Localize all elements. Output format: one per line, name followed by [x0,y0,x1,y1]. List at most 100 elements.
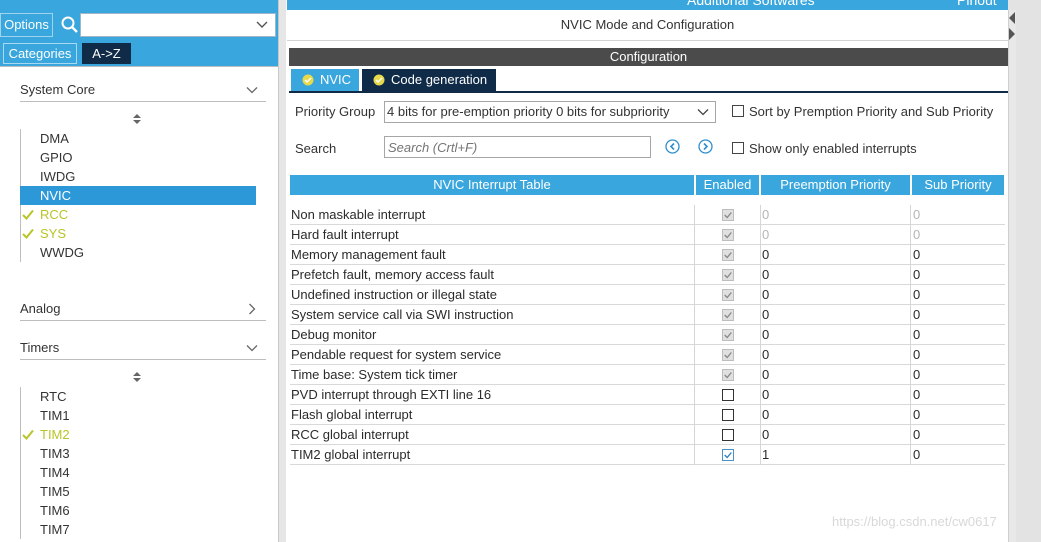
next-icon[interactable] [698,139,713,154]
table-row[interactable]: Undefined instruction or illegal state 0 0 [290,285,1005,305]
table-row[interactable]: Memory management fault 0 0 [290,245,1005,265]
interrupt-name: Flash global interrupt [291,407,413,422]
preemption-priority-cell[interactable]: 0 [760,325,910,345]
table-row[interactable]: Time base: System tick timer 0 0 [290,365,1005,385]
enabled-cell [694,425,760,445]
panel-splitter[interactable] [278,0,286,542]
sub-priority-cell[interactable]: 0 [910,205,1005,225]
preemption-priority-cell[interactable]: 0 [760,285,910,305]
enabled-cell [694,325,760,345]
interrupt-name: System service call via SWI instruction [291,307,514,322]
sub-priority-cell[interactable]: 0 [910,405,1005,425]
sub-priority-cell[interactable]: 0 [910,305,1005,325]
tree-item-label: TIM5 [40,484,70,499]
options-button[interactable]: Options [0,13,53,37]
chevron-down-icon[interactable] [246,84,258,96]
sub-priority-cell[interactable]: 0 [910,285,1005,305]
preemption-priority-cell[interactable]: 0 [760,425,910,445]
search-icon[interactable] [59,14,81,36]
table-row[interactable]: TIM2 global interrupt 1 0 [290,445,1005,465]
tree-item-tim6[interactable]: TIM6 [20,501,256,520]
tab-categories[interactable]: Categories [3,43,77,64]
column-header-interrupt[interactable]: NVIC Interrupt Table [290,175,694,195]
table-row[interactable]: Debug monitor 0 0 [290,325,1005,345]
tree-item-tim5[interactable]: TIM5 [20,482,256,501]
sub-priority-cell[interactable]: 0 [910,345,1005,365]
sub-priority-cell[interactable]: 0 [910,265,1005,285]
preemption-priority-cell[interactable]: 0 [760,265,910,285]
preemption-priority-cell[interactable]: 0 [760,225,910,245]
interrupt-name: Debug monitor [291,327,377,342]
sort-by-priority-checkbox[interactable] [732,105,744,117]
tree-item-sys[interactable]: SYS [20,224,256,243]
enabled-checkbox[interactable] [722,429,734,441]
tree-item-tim1[interactable]: TIM1 [20,406,256,425]
tree-item-gpio[interactable]: GPIO [20,148,256,167]
table-row[interactable]: System service call via SWI instruction 0… [290,305,1005,325]
tree-item-label: DMA [40,131,69,146]
tree-item-iwdg[interactable]: IWDG [20,167,256,186]
tree-item-tim3[interactable]: TIM3 [20,444,256,463]
previous-icon[interactable] [665,139,680,154]
tree-item-label: TIM1 [40,408,70,423]
collapse-left-icon[interactable] [1009,12,1015,24]
preemption-priority-cell[interactable]: 0 [760,365,910,385]
preemption-priority-cell[interactable]: 0 [760,305,910,325]
column-header-sub-priority[interactable]: Sub Priority [912,175,1004,195]
priority-group-select[interactable]: 4 bits for pre-emption priority 0 bits f… [384,101,716,123]
section-system-core[interactable]: System Core [20,79,266,102]
section-analog[interactable]: Analog [20,298,266,321]
preemption-priority-cell[interactable]: 0 [760,405,910,425]
table-row[interactable]: Pendable request for system service 0 0 [290,345,1005,365]
sub-priority-cell[interactable]: 0 [910,325,1005,345]
enabled-checkbox[interactable] [722,409,734,421]
chevron-down-icon[interactable] [246,342,258,354]
search-input[interactable] [80,13,276,37]
sub-priority-cell[interactable]: 0 [910,385,1005,405]
sort-arrows-icon[interactable] [132,371,142,383]
tab-nvic[interactable]: NVIC [291,69,359,91]
tree-item-dma[interactable]: DMA [20,129,256,148]
preemption-priority-cell[interactable]: 1 [760,445,910,465]
interrupt-search-input[interactable] [384,136,651,158]
tree-item-rcc[interactable]: RCC [20,205,256,224]
sub-priority-cell[interactable]: 0 [910,245,1005,265]
tree-item-rtc[interactable]: RTC [20,387,256,406]
preemption-priority-cell[interactable]: 0 [760,385,910,405]
tab-a-to-z[interactable]: A->Z [82,43,131,64]
tree-item-tim7[interactable]: TIM7 [20,520,256,539]
table-row[interactable]: Non maskable interrupt 0 0 [290,205,1005,225]
sub-priority-cell[interactable]: 0 [910,445,1005,465]
table-row[interactable]: RCC global interrupt 0 0 [290,425,1005,445]
chevron-down-icon[interactable] [255,17,269,31]
chevron-right-icon[interactable] [246,303,258,315]
show-only-enabled-checkbox[interactable] [732,142,744,154]
tree-item-wwdg[interactable]: WWDG [20,243,256,262]
chevron-down-icon[interactable] [697,106,709,118]
table-row[interactable]: Hard fault interrupt 0 0 [290,225,1005,245]
table-row[interactable]: Flash global interrupt 0 0 [290,405,1005,425]
sub-priority-cell[interactable]: 0 [910,365,1005,385]
preemption-priority-cell[interactable]: 0 [760,345,910,365]
additional-softwares-tab[interactable]: Additional Softwares [687,0,815,8]
sub-priority-cell[interactable]: 0 [910,425,1005,445]
tab-code-generation[interactable]: Code generation [362,69,496,91]
column-header-preemption[interactable]: Preemption Priority [761,175,910,195]
tree-item-tim2[interactable]: TIM2 [20,425,256,444]
pinout-tab[interactable]: Pinout [957,0,997,8]
side-collapse-strip[interactable] [1008,10,1016,542]
table-row[interactable]: PVD interrupt through EXTI line 16 0 0 [290,385,1005,405]
divider [0,66,278,67]
tree-item-tim4[interactable]: TIM4 [20,463,256,482]
table-row[interactable]: Prefetch fault, memory access fault 0 0 [290,265,1005,285]
column-header-enabled[interactable]: Enabled [696,175,759,195]
enabled-checkbox[interactable] [722,389,734,401]
tree-item-nvic[interactable]: NVIC [20,186,256,205]
preemption-priority-cell[interactable]: 0 [760,205,910,225]
section-timers[interactable]: Timers [20,337,266,360]
enabled-checkbox[interactable] [722,449,734,461]
sub-priority-cell[interactable]: 0 [910,225,1005,245]
preemption-priority-cell[interactable]: 0 [760,245,910,265]
sort-arrows-icon[interactable] [132,113,142,125]
collapse-right-icon[interactable] [1009,28,1015,40]
